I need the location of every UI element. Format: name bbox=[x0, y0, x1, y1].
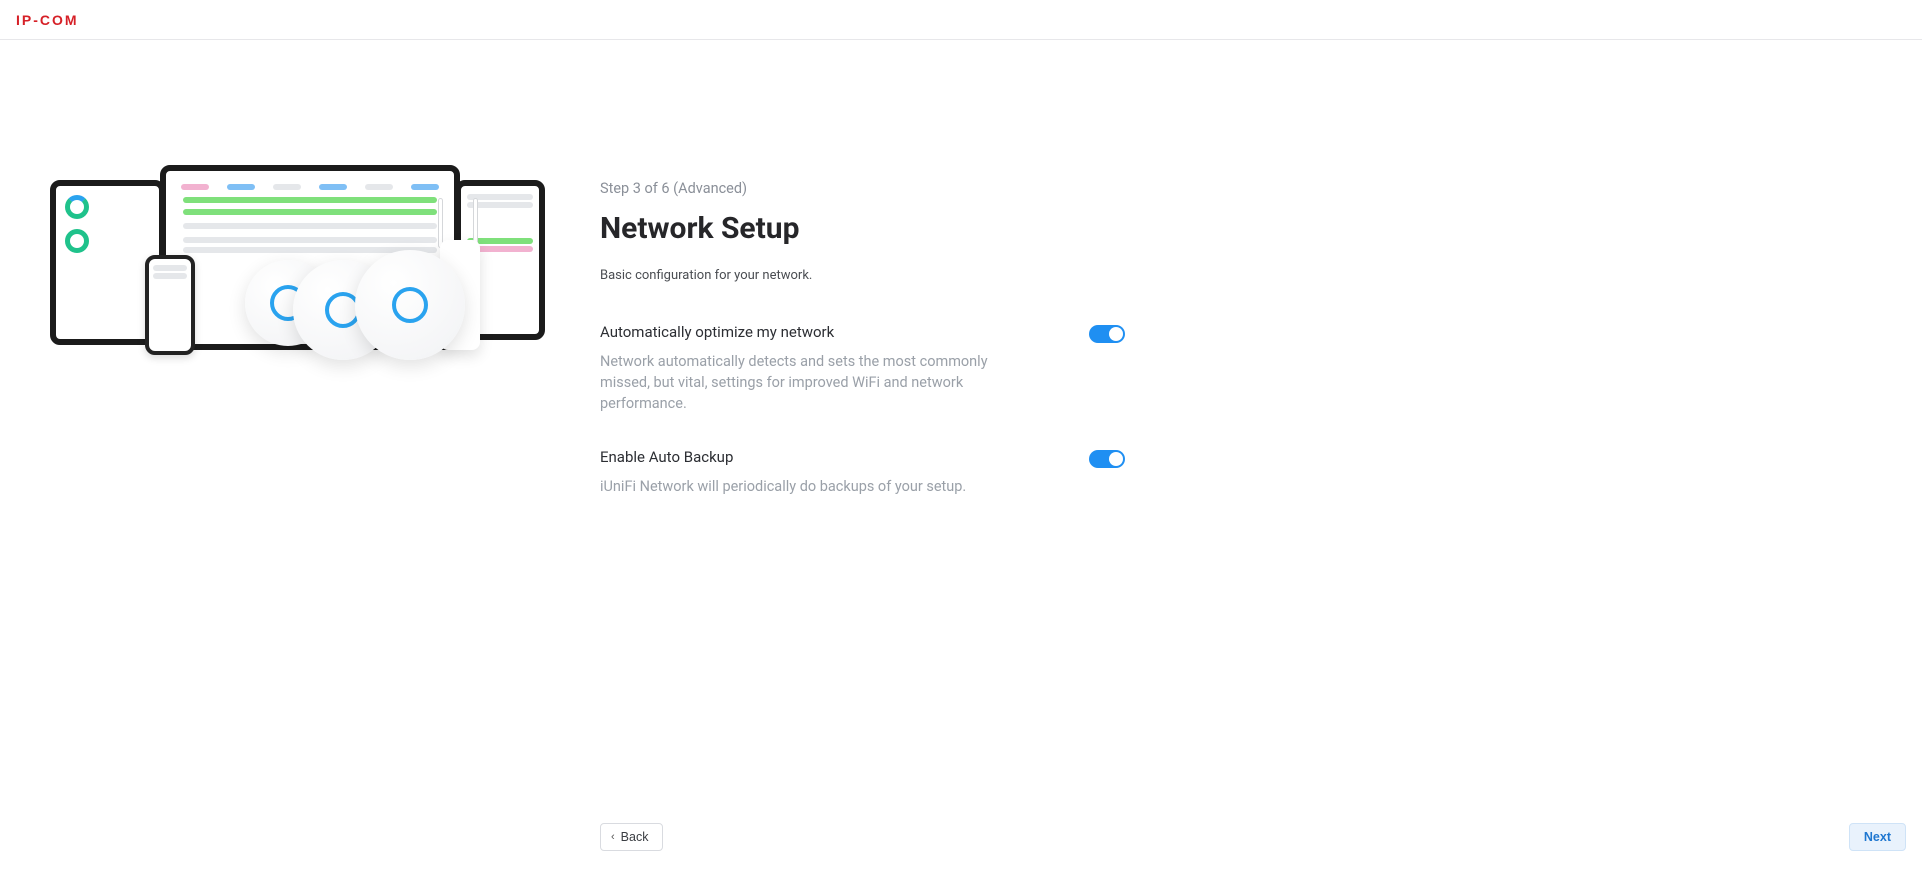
row bbox=[153, 273, 187, 279]
option-backup-row: Enable Auto Backup bbox=[600, 448, 1125, 468]
stat-chip bbox=[411, 184, 439, 190]
chevron-left-icon: ‹ bbox=[611, 831, 615, 843]
brand-logo: IP-COM bbox=[16, 12, 79, 28]
option-backup-label: Enable Auto Backup bbox=[600, 448, 733, 466]
stat-chip bbox=[181, 184, 209, 190]
donut-chart-icon bbox=[65, 195, 89, 219]
step-indicator: Step 3 of 6 (Advanced) bbox=[600, 180, 1125, 197]
back-button[interactable]: ‹ Back bbox=[600, 823, 663, 851]
content: Step 3 of 6 (Advanced) Network Setup Bas… bbox=[0, 40, 1922, 531]
row bbox=[153, 265, 187, 271]
form-column: Step 3 of 6 (Advanced) Network Setup Bas… bbox=[565, 180, 1125, 531]
option-optimize-description: Network automatically detects and sets t… bbox=[600, 351, 1030, 414]
antenna-icon bbox=[438, 198, 443, 248]
toggle-knob-icon bbox=[1109, 327, 1123, 341]
stat-chip bbox=[319, 184, 347, 190]
page-subtitle: Basic configuration for your network. bbox=[600, 268, 1125, 283]
stat-chip bbox=[227, 184, 255, 190]
donut-chart-icon bbox=[65, 229, 89, 253]
option-backup-toggle[interactable] bbox=[1089, 450, 1125, 468]
page-title: Network Setup bbox=[600, 211, 1125, 246]
phone-device bbox=[145, 255, 195, 355]
progress-bar bbox=[183, 209, 437, 215]
illustration-column bbox=[0, 180, 565, 380]
back-button-label: Back bbox=[621, 830, 649, 844]
page: Step 3 of 6 (Advanced) Network Setup Bas… bbox=[0, 40, 1922, 883]
stat-chip bbox=[365, 184, 393, 190]
table-row-placeholder bbox=[183, 223, 437, 229]
toggle-knob-icon bbox=[1109, 452, 1123, 466]
option-optimize-row: Automatically optimize my network bbox=[600, 323, 1125, 343]
topbar: IP-COM bbox=[0, 0, 1922, 40]
table-row-placeholder bbox=[183, 237, 437, 243]
stat-chip bbox=[273, 184, 301, 190]
led-ring-icon bbox=[392, 287, 428, 323]
ap-device bbox=[355, 250, 465, 360]
progress-bar bbox=[183, 197, 437, 203]
option-optimize-toggle[interactable] bbox=[1089, 325, 1125, 343]
option-backup-description: iUniFi Network will periodically do back… bbox=[600, 476, 1030, 497]
next-button-label: Next bbox=[1864, 830, 1891, 844]
next-button[interactable]: Next bbox=[1849, 823, 1906, 851]
product-illustration bbox=[45, 180, 565, 380]
option-optimize-label: Automatically optimize my network bbox=[600, 323, 834, 341]
